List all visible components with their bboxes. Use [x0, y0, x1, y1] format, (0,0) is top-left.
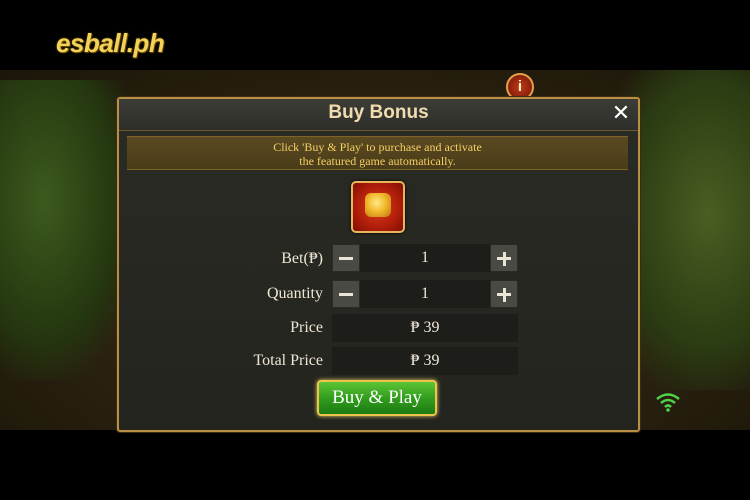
gold-pot-icon: [351, 181, 405, 233]
minus-icon: [339, 257, 353, 260]
buy-bonus-dialog: Buy Bonus ✕ Click 'Buy & Play' to purcha…: [117, 97, 640, 432]
brand-logo-text: esball.ph: [56, 28, 165, 58]
plus-icon-v: [502, 287, 506, 302]
brand-logo: esball.ph: [56, 28, 165, 64]
notice-line-2: the featured game automatically.: [299, 154, 456, 168]
price-label: Price: [290, 319, 323, 336]
dialog-title: Buy Bonus: [328, 102, 429, 123]
bet-label: Bet(₱): [281, 250, 323, 267]
bet-decrease-button[interactable]: [332, 244, 360, 272]
quantity-increase-button[interactable]: [490, 280, 518, 308]
wifi-icon: [656, 393, 680, 412]
gold-pot-shape: [365, 193, 391, 217]
dialog-header: Buy Bonus ✕: [119, 99, 638, 131]
price-value: ₱ 39: [332, 314, 518, 342]
purchase-notice: Click 'Buy & Play' to purchase and activ…: [127, 136, 628, 170]
quantity-label: Quantity: [267, 285, 323, 302]
buy-and-play-button[interactable]: Buy & Play: [317, 380, 437, 416]
plus-icon-v: [502, 251, 506, 266]
notice-line-1: Click 'Buy & Play' to purchase and activ…: [273, 140, 482, 154]
bet-increase-button[interactable]: [490, 244, 518, 272]
total-price-label: Total Price: [253, 352, 323, 369]
close-button[interactable]: ✕: [610, 103, 632, 125]
bottom-bar: [0, 430, 750, 500]
total-price-value: ₱ 39: [332, 347, 518, 375]
minus-icon: [339, 293, 353, 296]
quantity-decrease-button[interactable]: [332, 280, 360, 308]
bet-value: 1: [360, 244, 490, 272]
quantity-value: 1: [360, 280, 490, 308]
top-bar: esball.ph: [0, 0, 750, 70]
